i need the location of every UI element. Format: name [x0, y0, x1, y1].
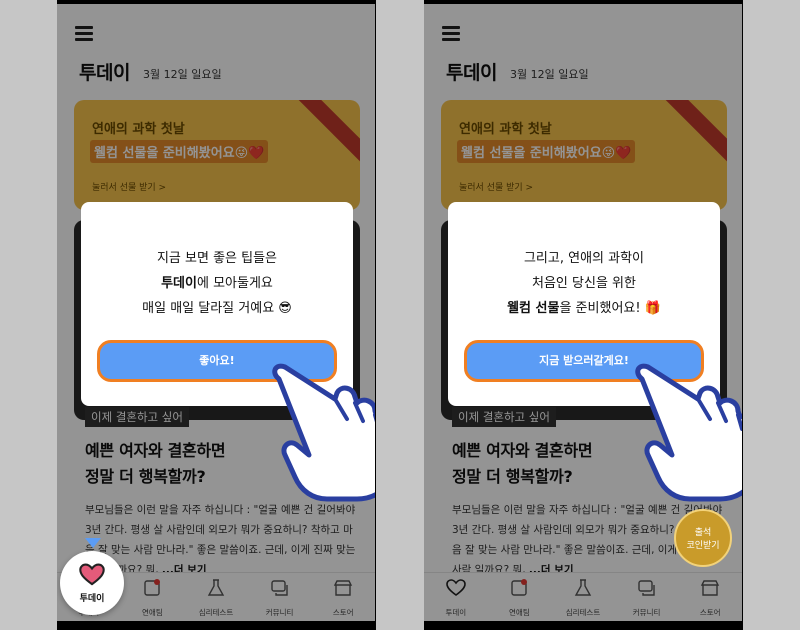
modal-line3-rest: 을 준비했어요! 🎁 [559, 301, 661, 316]
modal-line3: 매일 매일 달라질 거예요 😎 [142, 301, 292, 316]
middle-gutter [376, 0, 424, 630]
coin-label-line2: 코인받기 [686, 541, 720, 551]
pointing-hand-icon [635, 363, 742, 502]
today-fab-label: 투데이 [79, 594, 105, 604]
attendance-coin-button[interactable]: 출석 코인받기 [674, 509, 732, 567]
modal-line1: 그리고, 연애의 과학이 [523, 251, 645, 266]
today-fab[interactable]: 투데이 [60, 551, 124, 615]
coin-label-line1: 출석 [694, 528, 712, 538]
modal-line1: 지금 보면 좋은 팁들은 [156, 251, 278, 266]
right-gutter [743, 0, 800, 630]
modal-line3: 웰컴 선물을 준비했어요! 🎁 [448, 296, 720, 321]
modal-line2: 투데이에 모아둘게요 [81, 271, 353, 296]
modal-line2-bold: 투데이 [161, 276, 197, 291]
modal-message: 지금 보면 좋은 팁들은 투데이에 모아둘게요 매일 매일 달라질 거예요 😎 [81, 246, 353, 321]
phone-screen-left: 투데이 3월 12일 일요일 연애의 과학 첫날 웰컴 선물을 준비해봤어요😜❤… [57, 4, 375, 621]
modal-line2: 처음인 당신을 위한 [532, 276, 636, 291]
heart-icon [79, 563, 105, 586]
left-gutter [0, 0, 57, 630]
modal-line3-bold: 웰컴 선물 [507, 301, 560, 316]
modal-message: 그리고, 연애의 과학이 처음인 당신을 위한 웰컴 선물을 준비했어요! 🎁 [448, 246, 720, 321]
pointer-triangle [85, 538, 101, 548]
pointing-hand-icon [272, 363, 375, 502]
modal-line2-rest: 에 모아둘게요 [196, 276, 273, 291]
phone-screen-right: 투데이 3월 12일 일요일 연애의 과학 첫날 웰컴 선물을 준비해봤어요😜❤… [424, 4, 742, 621]
